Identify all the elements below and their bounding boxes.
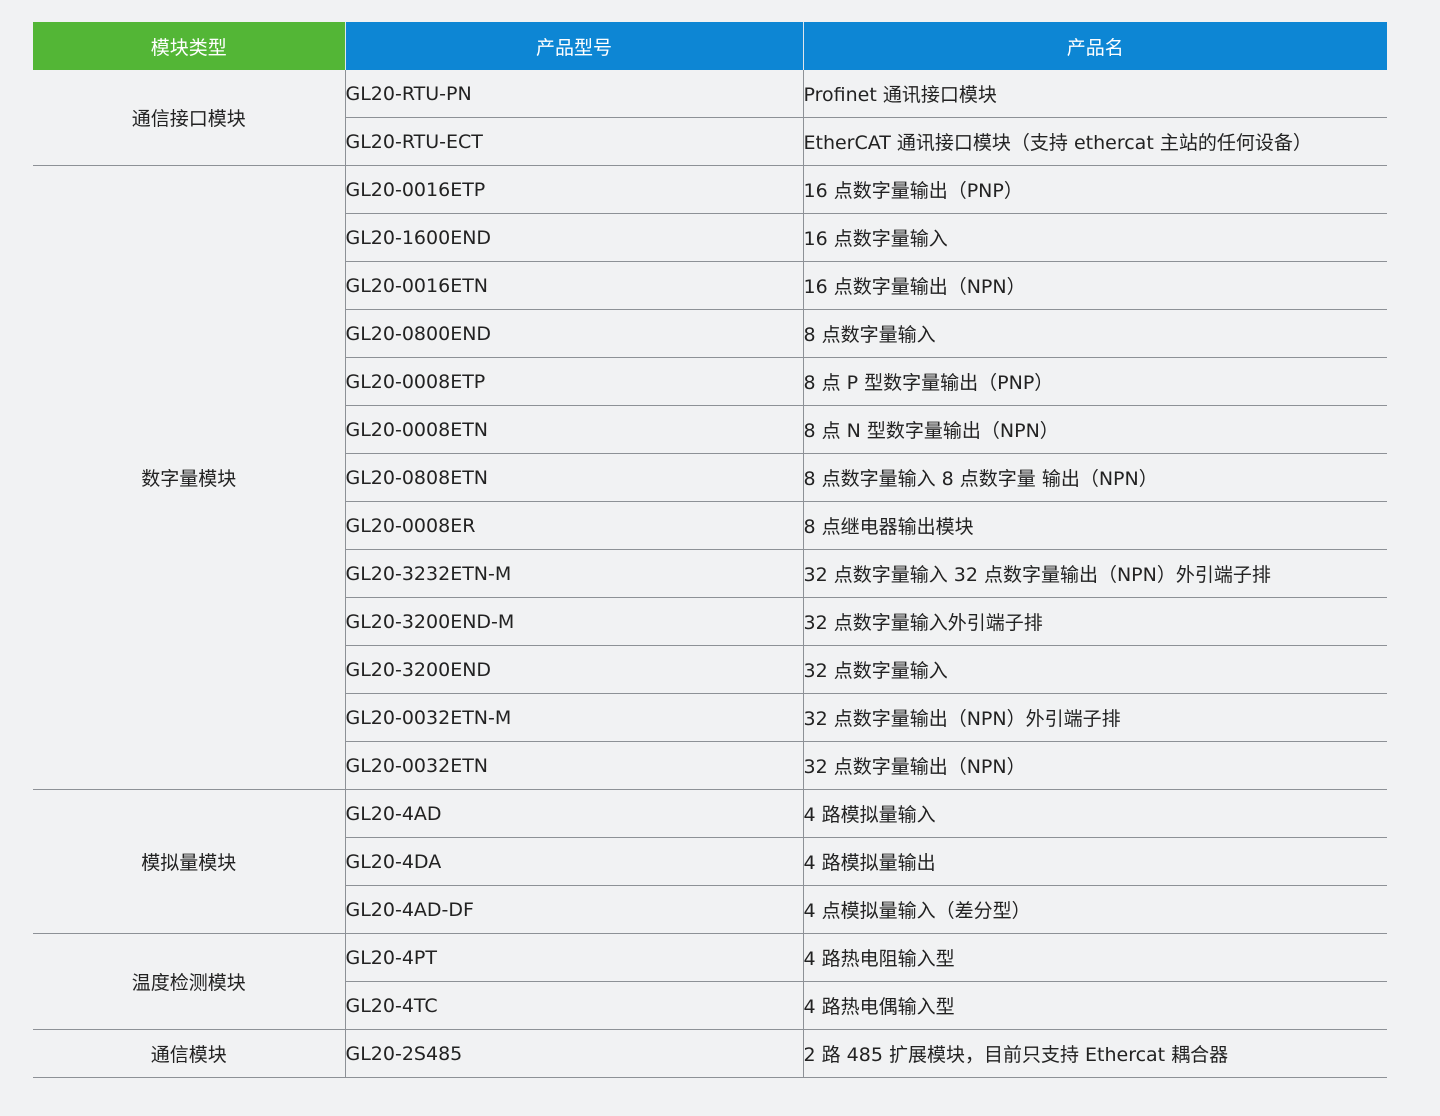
product-name-cell: 8 点数字量输入 8 点数字量 输出（NPN）	[803, 453, 1387, 502]
product-name-cell: 2 路 485 扩展模块，目前只支持 Ethercat 耦合器	[803, 1029, 1387, 1078]
product-model-cell: GL20-2S485	[345, 1029, 804, 1078]
product-model-cell: GL20-0032ETN-M	[345, 693, 804, 742]
product-name-cell: EtherCAT 通讯接口模块（支持 ethercat 主站的任何设备）	[803, 117, 1387, 166]
table-header: 模块类型 产品型号 产品名	[33, 22, 1387, 70]
product-model-cell: GL20-RTU-ECT	[345, 117, 804, 166]
product-model-cell: GL20-4AD-DF	[345, 885, 804, 934]
product-model-cell: GL20-3232ETN-M	[345, 549, 804, 598]
product-model-cell: GL20-1600END	[345, 213, 804, 262]
product-name-cell: 4 点模拟量输入（差分型）	[803, 885, 1387, 934]
product-model-cell: GL20-4TC	[345, 981, 804, 1030]
module-type-cell: 数字量模块	[33, 165, 346, 790]
header-row: 模块类型 产品型号 产品名	[33, 22, 1387, 70]
product-model-cell: GL20-0008ETP	[345, 357, 804, 406]
product-name-cell: 8 点数字量输入	[803, 309, 1387, 358]
product-model-cell: GL20-0032ETN	[345, 741, 804, 790]
table-row: 温度检测模块 GL20-4PT 4 路热电阻输入型	[33, 933, 1387, 1030]
table-row: 通信模块 GL20-2S485 2 路 485 扩展模块，目前只支持 Etherca…	[33, 1029, 1387, 1078]
product-name-cell: 16 点数字量输出（PNP）	[803, 165, 1387, 214]
product-name-cell: 8 点继电器输出模块	[803, 501, 1387, 550]
product-name-cell: 16 点数字量输入	[803, 213, 1387, 262]
product-spec-table: 模块类型 产品型号 产品名 通信接口模块 GL20-RTU-PN Profinet …	[33, 22, 1387, 1078]
table-row: 模拟量模块 GL20-4AD 4 路模拟量输入	[33, 789, 1387, 934]
product-name-cell: 4 路模拟量输出	[803, 837, 1387, 886]
product-table-container: 模块类型 产品型号 产品名 通信接口模块 GL20-RTU-PN Profinet …	[33, 22, 1387, 1078]
product-model-cell: GL20-0808ETN	[345, 453, 804, 502]
product-name-cell: Profinet 通讯接口模块	[803, 70, 1387, 118]
product-model-cell: GL20-4AD	[345, 789, 804, 838]
product-model-cell: GL20-0008ER	[345, 501, 804, 550]
product-name-cell: 32 点数字量输入	[803, 645, 1387, 694]
product-name-cell: 4 路模拟量输入	[803, 789, 1387, 838]
module-type-cell: 通信接口模块	[33, 70, 346, 166]
product-name-cell: 8 点 P 型数字量输出（PNP）	[803, 357, 1387, 406]
product-name-cell: 4 路热电阻输入型	[803, 933, 1387, 982]
product-model-cell: GL20-3200END-M	[345, 597, 804, 646]
product-name-cell: 32 点数字量输入外引端子排	[803, 597, 1387, 646]
product-model-cell: GL20-0008ETN	[345, 405, 804, 454]
module-type-cell: 温度检测模块	[33, 933, 346, 1030]
module-type-cell: 模拟量模块	[33, 789, 346, 934]
product-name-cell: 16 点数字量输出（NPN）	[803, 261, 1387, 310]
table-row: 通信接口模块 GL20-RTU-PN Profinet 通讯接口模块	[33, 70, 1387, 166]
table-body: 通信接口模块 GL20-RTU-PN Profinet 通讯接口模块 GL20-RTU…	[33, 70, 1387, 1078]
header-module-type: 模块类型	[33, 22, 345, 70]
header-product-name: 产品名	[802, 22, 1387, 70]
product-model-cell: GL20-4DA	[345, 837, 804, 886]
product-model-cell: GL20-3200END	[345, 645, 804, 694]
module-type-cell: 通信模块	[33, 1029, 346, 1078]
product-model-cell: GL20-0016ETN	[345, 261, 804, 310]
product-name-cell: 4 路热电偶输入型	[803, 981, 1387, 1030]
product-model-cell: GL20-4PT	[345, 933, 804, 982]
product-name-cell: 32 点数字量输出（NPN）外引端子排	[803, 693, 1387, 742]
header-product-model: 产品型号	[344, 22, 803, 70]
table-row: 数字量模块 GL20-0016ETP 16 点数字量输出（PNP）	[33, 165, 1387, 790]
product-model-cell: GL20-0800END	[345, 309, 804, 358]
product-name-cell: 32 点数字量输出（NPN）	[803, 741, 1387, 790]
product-name-cell: 32 点数字量输入 32 点数字量输出（NPN）外引端子排	[803, 549, 1387, 598]
product-model-cell: GL20-0016ETP	[345, 165, 804, 214]
product-model-cell: GL20-RTU-PN	[345, 70, 804, 118]
product-name-cell: 8 点 N 型数字量输出（NPN）	[803, 405, 1387, 454]
